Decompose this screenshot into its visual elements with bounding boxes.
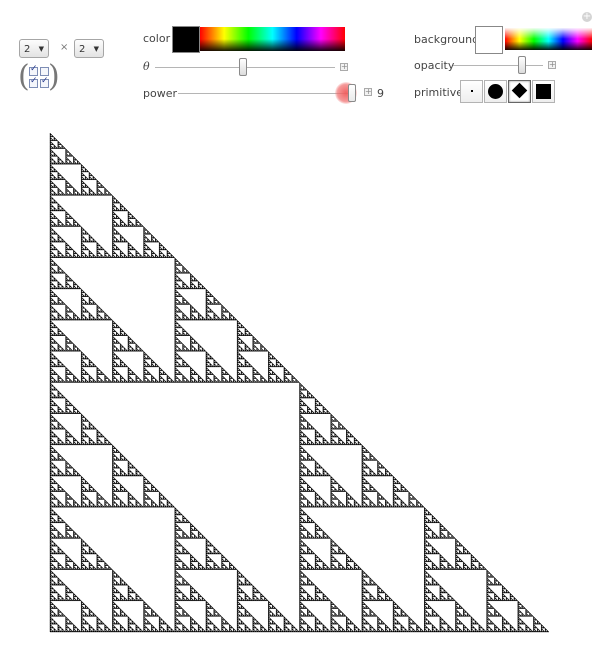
sierpinski-shape <box>49 132 550 633</box>
rows-dropdown[interactable]: 2 ▼ <box>19 39 49 58</box>
power-slider-thumb[interactable] <box>348 84 356 102</box>
background-label: background <box>414 33 480 46</box>
square-icon <box>536 84 551 99</box>
point-icon <box>471 90 473 92</box>
background-swatch[interactable] <box>475 26 503 54</box>
cols-value: 2 <box>79 44 86 55</box>
color-swatch[interactable] <box>172 26 200 53</box>
opacity-slider-thumb[interactable] <box>518 56 526 74</box>
primitive-point-button[interactable] <box>460 80 483 103</box>
disk-icon <box>488 84 503 99</box>
opacity-slider-track[interactable] <box>453 65 543 66</box>
theta-slider-thumb[interactable] <box>239 58 247 76</box>
rows-value: 2 <box>24 44 31 55</box>
theta-label: θ <box>143 60 150 73</box>
background-gradient-picker[interactable] <box>505 28 592 50</box>
chevron-down-icon: ▼ <box>38 45 44 53</box>
cols-dropdown[interactable]: 2 ▼ <box>74 39 104 58</box>
power-value: 9 <box>377 87 384 100</box>
right-paren: ) <box>48 59 60 94</box>
left-paren: ( <box>18 59 30 94</box>
chevron-down-icon: ▼ <box>93 45 99 53</box>
matrix-cell-2-2[interactable] <box>40 76 49 88</box>
matrix-cell-1-2[interactable] <box>40 67 49 76</box>
primitive-square-button[interactable] <box>532 80 555 103</box>
primitive-label: primitive <box>414 86 463 99</box>
power-expand-icon[interactable]: + <box>364 88 372 96</box>
diamond-icon <box>511 82 528 99</box>
color-label: color <box>143 32 171 45</box>
opacity-expand-icon[interactable]: + <box>548 61 556 69</box>
theta-expand-icon[interactable]: + <box>340 63 348 71</box>
times-symbol: × <box>60 42 69 53</box>
power-slider-track[interactable] <box>178 93 354 94</box>
primitive-disk-button[interactable] <box>484 80 507 103</box>
primitive-diamond-button[interactable] <box>508 80 531 103</box>
matrix-cell-1-1[interactable] <box>29 64 38 76</box>
power-label: power <box>143 87 177 100</box>
color-gradient-picker[interactable] <box>200 27 345 51</box>
opacity-label: opacity <box>414 59 455 72</box>
add-icon[interactable]: + <box>582 12 592 22</box>
matrix-cell-2-1[interactable] <box>29 76 38 88</box>
